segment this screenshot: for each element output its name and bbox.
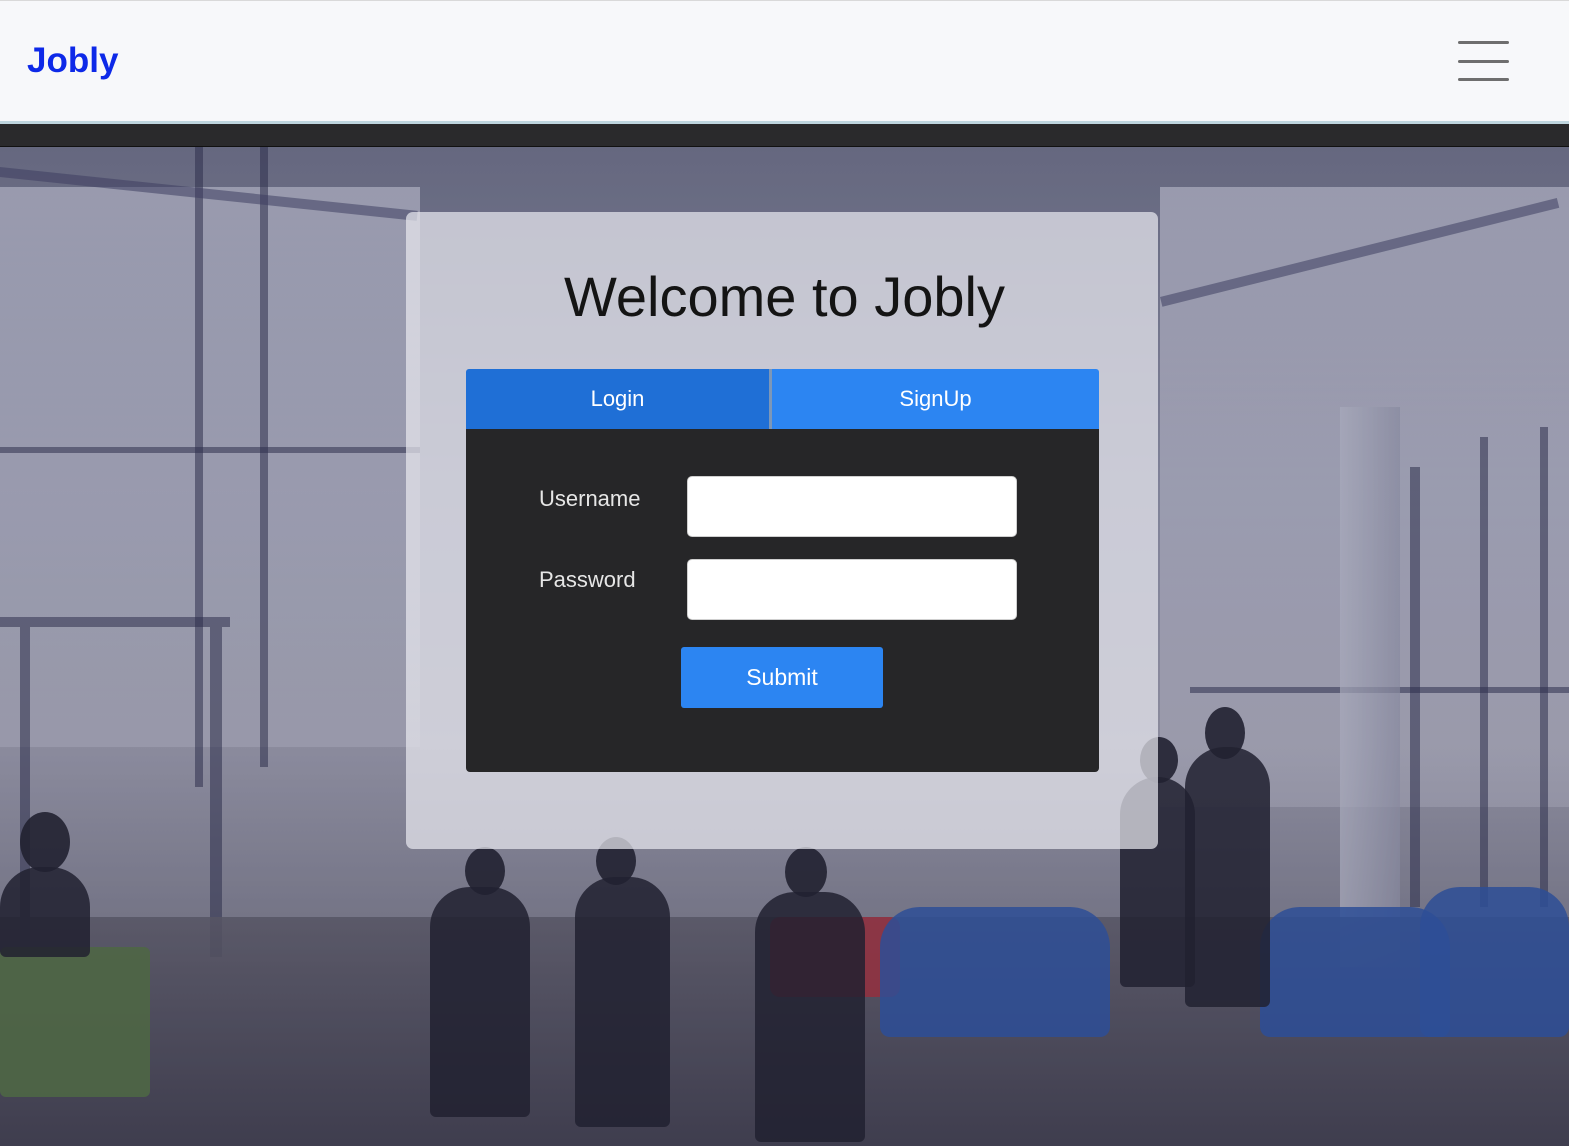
username-input[interactable] <box>687 476 1017 537</box>
brand-logo-link[interactable]: Jobly <box>27 41 118 81</box>
auth-tabs: Login SignUp <box>466 369 1099 429</box>
hamburger-menu-icon <box>1458 41 1509 44</box>
password-input[interactable] <box>687 559 1017 620</box>
page-title: Welcome to Jobly <box>564 265 1005 328</box>
hamburger-menu-button[interactable] <box>1446 31 1520 93</box>
top-navbar: Jobly <box>0 0 1569 121</box>
username-label: Username <box>539 486 641 511</box>
hamburger-menu-icon-bar <box>1458 60 1509 63</box>
hamburger-menu-icon-bar <box>1458 78 1509 81</box>
tab-signup[interactable]: SignUp <box>772 369 1099 429</box>
tab-login[interactable]: Login <box>466 369 769 429</box>
password-label: Password <box>539 567 636 592</box>
submit-button[interactable]: Submit <box>681 647 883 708</box>
dark-divider-strip <box>0 124 1569 147</box>
